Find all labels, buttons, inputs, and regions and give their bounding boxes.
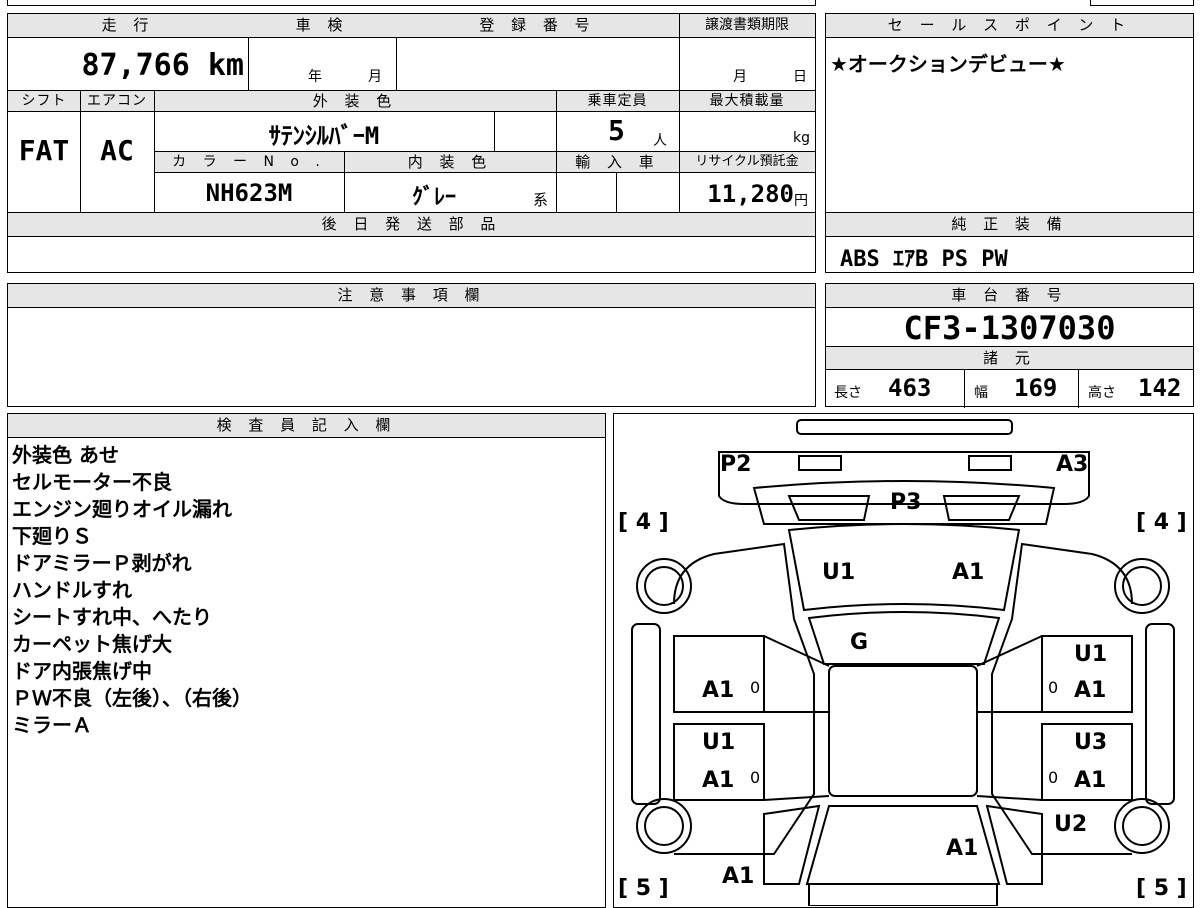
inspector-note: ＰＷ不良（左後）、（右後） [12,686,252,710]
mark-right-rear-a1: A1 [1074,768,1107,793]
mark-left-front-zero: 0 [750,678,761,697]
exterior-header: 外 装 色 [154,90,556,112]
notes-header: 注 意 事 項 欄 [8,284,815,308]
color-no-value: NH623M [205,179,293,207]
sales-point-text: ★オークションデビュー★ [830,52,1066,76]
inspector-note: ドア内張焦げ中 [12,659,152,683]
height-label: 高さ [1088,385,1116,401]
length-value: 463 [888,374,932,402]
inspector-notes-list: 外装色 あせ セルモーター不良 エンジン廻りオイル漏れ 下廻りＳ ドアミラーＰ剥… [12,442,252,739]
transfer-day-label: 日 [793,69,807,85]
capacity-header: 乗車定員 [556,90,679,112]
mark-u2: U2 [1054,812,1088,837]
equipment-text: ABS ｴｱB PS PW [840,247,1008,272]
mark-rear-left-a1: A1 [722,864,755,889]
chassis-panel: 車 台 番 号 CF3-1307030 諸 元 長さ 463 幅 169 高さ … [825,283,1194,408]
chassis-number: CF3-1307030 [903,310,1116,346]
mark-hood-a1: A1 [952,560,985,585]
ac-header: エアコン [80,90,154,112]
mark-right-front-zero: 0 [1048,678,1059,697]
exterior-color-value: ｻﾃﾝｼﾙﾊﾞｰM [268,122,380,150]
width-label: 幅 [974,385,988,401]
inspector-note: シートすれ中、へたり [12,605,212,629]
mark-a3: A3 [1056,452,1089,477]
mark-rear-a1: A1 [946,836,979,861]
sales-point-header: セ ー ル ス ポ イ ン ト [826,14,1193,38]
inspector-note: ミラーＡ [12,713,92,737]
recycle-deposit-value: 11,280 [707,180,794,208]
import-header: 輸 入 車 [556,151,679,173]
inspector-note: カーペット焦げ大 [12,632,172,656]
mark-hood-u1: U1 [822,560,856,585]
inspector-header: 検 査 員 記 入 欄 [8,414,605,438]
interior-color-value: ｸﾞﾚｰ [411,185,456,210]
inspector-note: ハンドルすれ [12,578,132,602]
mark-p2: P2 [720,452,752,477]
tire-front-left: [ 4 ] [618,510,669,535]
chassis-header: 車 台 番 号 [826,284,1193,308]
mark-left-rear-u1: U1 [702,730,736,755]
notes-panel: 注 意 事 項 欄 [7,283,816,407]
registration-header: 登 録 番 号 [396,14,679,38]
mileage-value: 87,766 km [81,48,244,83]
later-parts-panel: 後 日 発 送 部 品 [7,212,816,273]
tire-front-right: [ 4 ] [1136,510,1187,535]
inspector-panel: 検 査 員 記 入 欄 外装色 あせ セルモーター不良 エンジン廻りオイル漏れ … [7,413,606,908]
color-no-header: カ ラ ー N o . [154,151,344,173]
mark-right-rear-u3: U3 [1074,730,1108,755]
transfer-deadline-header: 譲渡書類期限 [679,14,815,38]
vehicle-info-panel: 走 行 車 検 登 録 番 号 譲渡書類期限 87,766 km 年 月 月 日… [7,13,816,214]
top-strip-right [1090,0,1194,6]
capacity-unit: 人 [653,133,667,149]
inspector-note: 下廻りＳ [12,524,92,548]
length-label: 長さ [834,385,862,401]
shift-header: シフト [8,90,80,112]
shaken-year-label: 年 [308,69,322,85]
mark-left-front-a1: A1 [702,678,735,703]
top-strip [7,0,816,6]
shaken-month-label: 月 [368,69,382,85]
interior-header: 内 装 色 [344,151,556,173]
mark-g: G [850,630,869,655]
inspector-note: セルモーター不良 [12,470,172,494]
interior-suffix: 系 [533,191,549,209]
later-parts-header: 後 日 発 送 部 品 [8,213,815,237]
inspector-note: 外装色 あせ [12,443,119,467]
max-load-header: 最大積載量 [679,90,815,112]
width-value: 169 [1014,374,1058,402]
mark-right-rear-zero: 0 [1048,768,1059,787]
mark-left-rear-a1: A1 [702,768,735,793]
equipment-panel: 純 正 装 備 ABS ｴｱB PS PW [825,212,1194,273]
shaken-header: 車 検 [248,14,396,38]
spec-header: 諸 元 [826,346,1193,370]
mark-p3: P3 [890,490,922,515]
ac-value: AC [100,134,134,167]
tire-rear-right: [ 5 ] [1136,876,1187,901]
mark-right-front-a1: A1 [1074,678,1107,703]
mileage-header: 走 行 [8,14,248,38]
inspector-note: エンジン廻りオイル漏れ [12,497,232,521]
capacity-value: 5 [608,114,625,147]
height-value: 142 [1138,374,1182,402]
recycle-unit: 円 [794,193,808,209]
inspector-note: ドアミラーＰ剥がれ [12,551,192,575]
mark-left-rear-zero: 0 [750,768,761,787]
car-damage-diagram: P2 A3 P3 [ 4 ] [ 4 ] U1 A1 G U1 0 A1 A1 … [613,413,1194,908]
tire-rear-left: [ 5 ] [618,876,669,901]
recycle-header: リサイクル預託金 [679,151,815,173]
mark-right-front-u1: U1 [1074,642,1108,667]
transfer-month-label: 月 [733,69,747,85]
max-load-unit: kg [793,130,810,146]
equipment-header: 純 正 装 備 [826,213,1193,237]
sales-point-panel: セ ー ル ス ポ イ ン ト ★オークションデビュー★ [825,13,1194,213]
shift-value: FAT [18,134,70,167]
